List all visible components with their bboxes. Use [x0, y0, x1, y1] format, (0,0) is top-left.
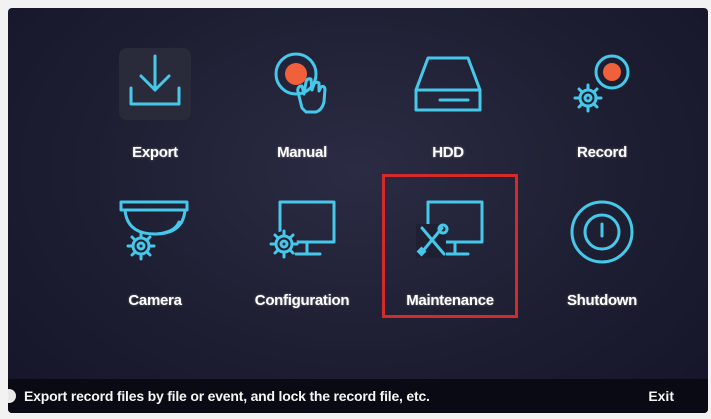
- menu-item-shutdown[interactable]: Shutdown: [532, 188, 672, 328]
- exit-button[interactable]: Exit: [648, 388, 674, 404]
- dvr-main-menu: Export Manual HDD Record Camera Configur…: [8, 8, 708, 413]
- menu-item-label: Export: [132, 144, 178, 161]
- manual-icon: [262, 44, 342, 124]
- record-icon: [562, 44, 642, 124]
- hdd-icon: [408, 44, 488, 124]
- menu-item-label: HDD: [432, 144, 464, 161]
- camera-icon: [115, 192, 195, 272]
- status-indicator-icon: [8, 389, 16, 403]
- menu-item-label: Record: [577, 144, 627, 161]
- status-bar: Export record files by file or event, an…: [8, 379, 708, 413]
- menu-item-label: Manual: [277, 144, 327, 161]
- menu-item-configuration[interactable]: Configuration: [232, 188, 372, 328]
- menu-item-label: Camera: [128, 292, 182, 309]
- selection-highlight: [382, 174, 518, 318]
- configuration-icon: [262, 192, 342, 272]
- shutdown-icon: [562, 192, 642, 272]
- menu-item-label: Shutdown: [566, 292, 638, 309]
- menu-item-label: Configuration: [254, 292, 350, 309]
- menu-item-camera[interactable]: Camera: [85, 188, 225, 328]
- status-description: Export record files by file or event, an…: [24, 388, 430, 404]
- menu-item-manual[interactable]: Manual: [232, 40, 372, 180]
- menu-item-hdd[interactable]: HDD: [378, 40, 518, 180]
- menu-item-record[interactable]: Record: [532, 40, 672, 180]
- menu-item-export[interactable]: Export: [85, 40, 225, 180]
- export-icon: [115, 44, 195, 124]
